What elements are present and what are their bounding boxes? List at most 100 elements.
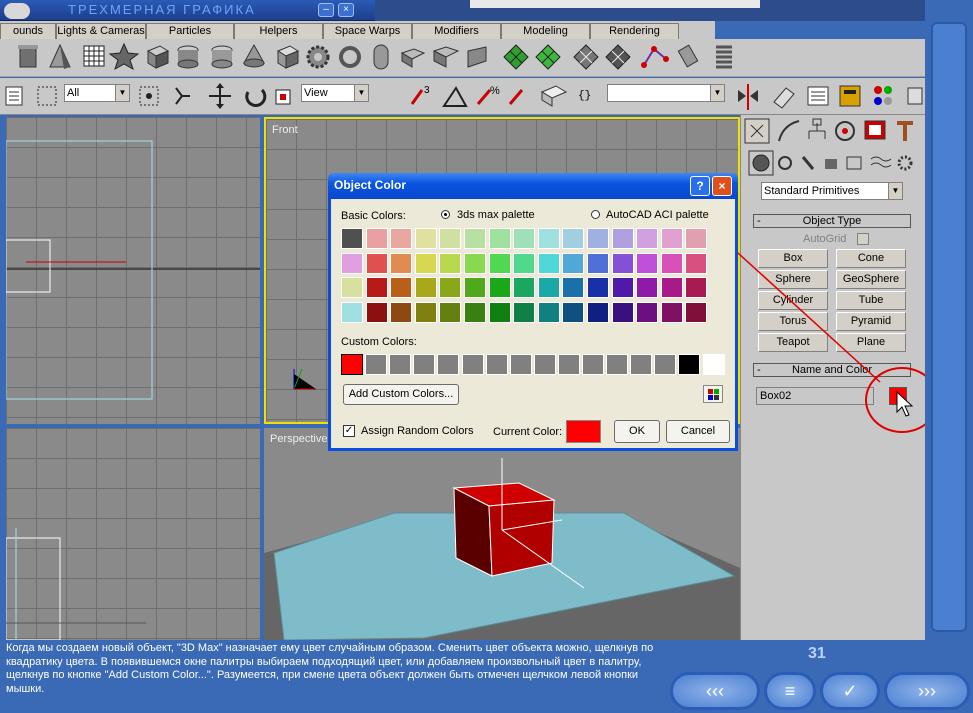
basic-color-swatch[interactable] [390,301,413,323]
display-tab-icon[interactable] [864,120,886,140]
prism-icon[interactable] [467,46,487,68]
basic-color-swatch[interactable] [660,301,683,323]
named-sel-icon[interactable]: {} [578,90,591,102]
basic-color-swatch[interactable] [611,301,634,323]
cancel-button[interactable]: Cancel [666,420,730,443]
basic-color-swatch[interactable] [464,277,486,298]
basic-color-swatch[interactable] [390,252,413,274]
object-type-rollout[interactable]: - Object Type [753,214,911,228]
basic-color-swatch[interactable] [414,301,437,323]
geometry-icon[interactable] [748,150,774,176]
torus-button[interactable]: Torus [758,312,828,331]
basic-color-swatch[interactable] [537,277,560,298]
custom-color-swatch[interactable] [389,354,412,375]
rotate-icon[interactable] [245,88,267,108]
basic-color-swatch[interactable] [414,277,437,298]
tab-compounds[interactable]: ounds [0,23,56,39]
grid-icon[interactable] [83,45,105,67]
region-select-icon[interactable] [37,86,57,106]
gear-icon[interactable] [306,45,330,69]
schematic-icon[interactable] [839,85,861,107]
minimize-button[interactable]: – [318,3,334,17]
basic-color-swatch[interactable] [439,301,462,323]
custom-color-swatch[interactable] [365,354,388,375]
basic-color-swatch[interactable] [587,252,609,274]
chamfer-box-icon[interactable] [276,45,300,69]
close-icon[interactable]: × [712,176,732,196]
basic-color-swatch[interactable] [537,301,560,323]
basic-color-swatch[interactable] [365,228,388,249]
custom-color-swatch[interactable] [630,354,653,375]
basic-color-swatch[interactable] [341,228,363,249]
teapot-button[interactable]: Teapot [758,333,828,352]
shapes-icon[interactable] [778,156,792,170]
select-move-icon[interactable] [139,86,159,106]
angle-snap-icon[interactable] [442,86,468,107]
basic-color-swatch[interactable] [562,252,585,274]
capsule-icon[interactable] [373,44,389,70]
custom-color-swatch[interactable] [582,354,604,375]
patch-2-icon[interactable] [605,44,631,70]
object-name-field[interactable]: Box02 [756,387,874,405]
mesh-green-icon[interactable] [503,44,529,70]
systems-icon[interactable] [897,155,913,171]
basic-color-swatch[interactable] [636,252,659,274]
basic-color-swatch[interactable] [660,252,683,274]
pyramid-icon[interactable] [49,43,71,69]
basic-color-swatch[interactable] [464,301,486,323]
basic-color-swatch[interactable] [488,252,511,274]
custom-color-swatch[interactable] [654,354,677,375]
pyramid-button[interactable]: Pyramid [836,312,906,331]
basic-color-swatch[interactable] [587,301,609,323]
basic-color-swatch[interactable] [341,301,363,323]
move-icon[interactable] [209,83,231,109]
custom-color-swatch[interactable] [678,354,701,375]
star-icon[interactable] [108,42,140,71]
tab-space-warps[interactable]: Space Warps [323,23,412,39]
assign-random-checkbox[interactable]: ✓ [343,425,355,437]
coord-system-dropdown[interactable]: View ▼ [301,84,369,102]
add-custom-colors-button[interactable]: Add Custom Colors... [343,384,459,405]
basic-color-swatch[interactable] [365,301,388,323]
basic-color-swatch[interactable] [611,277,634,298]
basic-color-swatch[interactable] [685,228,708,249]
tab-modeling[interactable]: Modeling [501,23,590,39]
basic-color-swatch[interactable] [464,252,486,274]
viewport-perspective[interactable]: Perspective [264,428,740,640]
link-icon[interactable] [175,87,190,105]
palette-radio-3dsmax[interactable] [441,210,450,219]
select-by-name-icon[interactable] [5,86,23,106]
patch-icon[interactable] [573,44,599,70]
custom-color-swatch[interactable] [461,354,484,375]
geosphere-button[interactable]: GeoSphere [836,270,906,289]
tube-button[interactable]: Tube [836,291,906,310]
basic-color-swatch[interactable] [513,228,536,249]
custom-color-swatch[interactable] [485,354,508,375]
custom-color-swatch[interactable] [437,354,460,375]
check-button[interactable]: ✓ [820,672,880,710]
space-warps-icon[interactable] [870,156,892,168]
basic-color-swatch[interactable] [611,228,634,249]
custom-color-swatch[interactable] [557,354,580,375]
tab-particles[interactable]: Particles [146,23,234,39]
basic-color-swatch[interactable] [587,228,609,249]
mesh-green-2-icon[interactable] [535,44,561,70]
custom-color-swatch[interactable] [413,354,436,375]
helpers-icon[interactable] [846,156,862,170]
cone-button[interactable]: Cone [836,249,906,268]
utilities-tab-icon[interactable] [897,121,913,141]
basic-color-swatch[interactable] [439,228,462,249]
basic-color-swatch[interactable] [488,277,511,298]
spinner-snap-icon[interactable] [508,89,524,105]
basic-color-swatch[interactable] [562,277,585,298]
percent-snap-icon[interactable]: % [476,85,500,105]
basic-color-swatch[interactable] [685,252,708,274]
basic-color-swatch[interactable] [464,228,486,249]
plane-button[interactable]: Plane [836,333,906,352]
selection-filter-dropdown[interactable]: All ▼ [64,84,130,102]
ok-button[interactable]: OK [614,420,660,443]
align-icon[interactable] [773,87,795,109]
basic-color-swatch[interactable] [660,277,683,298]
next-page-button[interactable]: ››› [884,672,970,710]
box-icon[interactable] [146,45,170,69]
